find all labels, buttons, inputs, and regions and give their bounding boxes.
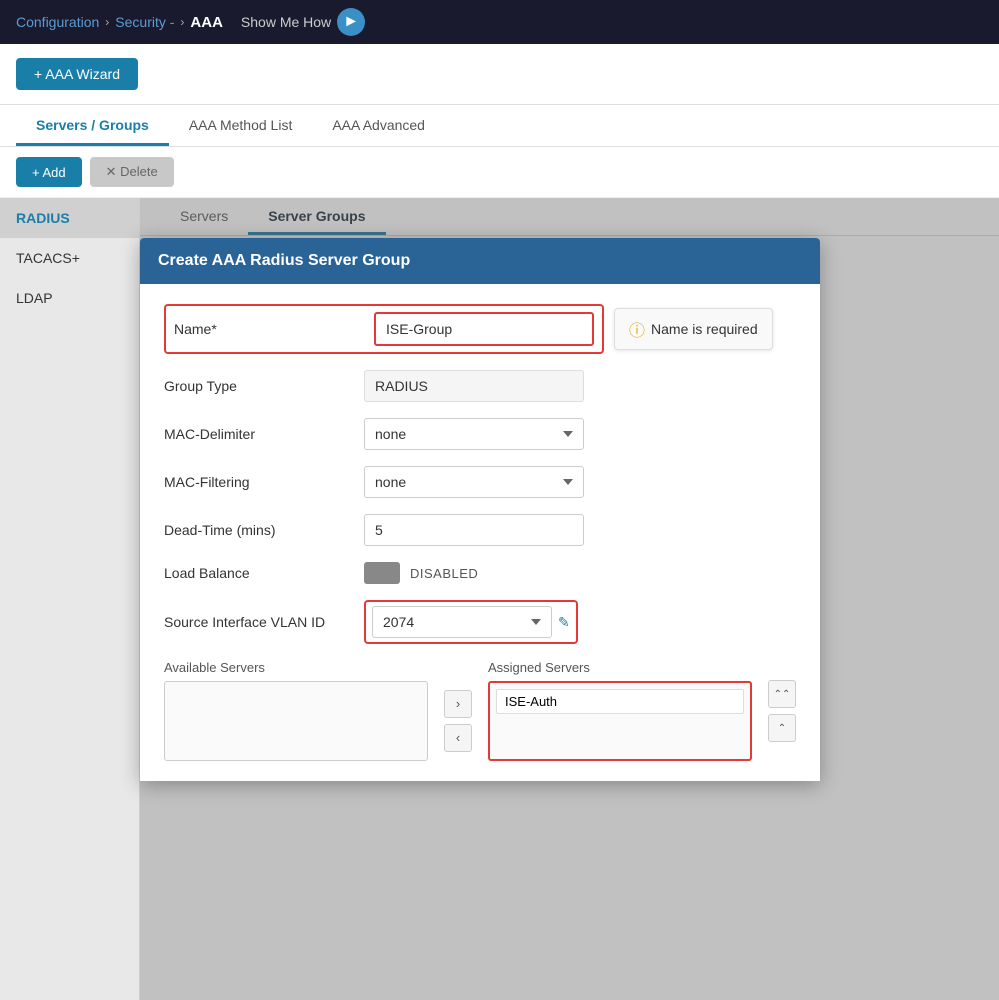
show-me-how-label: Show Me How xyxy=(241,14,331,30)
move-to-top-button[interactable]: ⌃⌃ xyxy=(768,680,796,708)
vlan-edit-icon[interactable]: ✎ xyxy=(558,614,570,631)
toolbar: + AAA Wizard xyxy=(0,44,999,105)
name-label: Name* xyxy=(174,321,374,337)
left-sidebar: RADIUS TACACS+ LDAP xyxy=(0,198,140,1000)
action-bar: + Add ✕ Delete xyxy=(0,147,999,198)
main-tabs: Servers / Groups AAA Method List AAA Adv… xyxy=(0,105,999,147)
move-up-button[interactable]: ⌃ xyxy=(768,714,796,742)
available-servers-box xyxy=(164,681,428,761)
dead-time-input[interactable] xyxy=(364,514,584,546)
move-left-button[interactable]: ‹ xyxy=(444,724,472,752)
sidebar-item-tacacs[interactable]: TACACS+ xyxy=(0,238,139,278)
error-tooltip: ⓘ Name is required xyxy=(614,308,773,350)
mac-filtering-row: MAC-Filtering none lower upper xyxy=(164,466,796,498)
available-servers-col: Available Servers xyxy=(164,660,428,761)
aaa-wizard-button[interactable]: + AAA Wizard xyxy=(16,58,138,90)
mac-filtering-label: MAC-Filtering xyxy=(164,474,364,490)
error-message: Name is required xyxy=(651,321,758,337)
nav-configuration[interactable]: Configuration xyxy=(16,14,99,30)
available-servers-label: Available Servers xyxy=(164,660,428,675)
vlan-label: Source Interface VLAN ID xyxy=(164,614,364,630)
dead-time-label: Dead-Time (mins) xyxy=(164,522,364,538)
group-type-row: Group Type RADIUS xyxy=(164,370,796,402)
vlan-id-select[interactable]: 2074 2075 2076 xyxy=(372,606,552,638)
add-button[interactable]: + Add xyxy=(16,157,82,187)
sidebar-item-radius[interactable]: RADIUS xyxy=(0,198,139,238)
assigned-server-item[interactable]: ISE-Auth xyxy=(496,689,744,714)
servers-section: Available Servers › ‹ Assigned Servers I… xyxy=(164,660,796,761)
dead-time-row: Dead-Time (mins) xyxy=(164,514,796,546)
top-navigation: Configuration › Security - › AAA Show Me… xyxy=(0,0,999,44)
move-right-button[interactable]: › xyxy=(444,690,472,718)
load-balance-label: Load Balance xyxy=(164,565,364,581)
show-me-how-arrow-icon: ► xyxy=(337,8,365,36)
sidebar-item-ldap[interactable]: LDAP xyxy=(0,278,139,318)
content-area: RADIUS TACACS+ LDAP Servers Server Group… xyxy=(0,198,999,1000)
load-balance-toggle[interactable] xyxy=(364,562,400,584)
load-balance-status: DISABLED xyxy=(410,566,478,581)
right-panel: Servers Server Groups Create AAA Radius … xyxy=(140,198,999,1000)
tab-method-list[interactable]: AAA Method List xyxy=(169,105,313,146)
vlan-row-highlight: 2074 2075 2076 ✎ xyxy=(364,600,578,644)
assigned-servers-label: Assigned Servers xyxy=(488,660,752,675)
group-type-value: RADIUS xyxy=(364,370,584,402)
tab-advanced[interactable]: AAA Advanced xyxy=(312,105,445,146)
assigned-servers-box: ISE-Auth xyxy=(488,681,752,761)
show-me-how-button[interactable]: Show Me How ► xyxy=(241,8,365,36)
chevron-2: › xyxy=(180,15,184,29)
nav-security[interactable]: Security - xyxy=(115,14,174,30)
right-order-arrows: ⌃⌃ ⌃ xyxy=(768,660,796,761)
mac-filtering-select[interactable]: none lower upper xyxy=(364,466,584,498)
chevron-1: › xyxy=(105,15,109,29)
create-server-group-modal: Create AAA Radius Server Group Name* ⓘ N… xyxy=(140,238,820,781)
warning-icon: ⓘ xyxy=(629,317,645,341)
delete-button[interactable]: ✕ Delete xyxy=(90,157,174,187)
load-balance-toggle-wrap: DISABLED xyxy=(364,562,478,584)
mac-delimiter-row: MAC-Delimiter none colon hyphen xyxy=(164,418,796,450)
tab-servers-groups[interactable]: Servers / Groups xyxy=(16,105,169,146)
transfer-arrows-col: › ‹ xyxy=(444,660,472,761)
assigned-servers-col: Assigned Servers ISE-Auth xyxy=(488,660,752,761)
load-balance-row: Load Balance DISABLED xyxy=(164,562,796,584)
modal-header: Create AAA Radius Server Group xyxy=(140,238,820,284)
mac-delimiter-label: MAC-Delimiter xyxy=(164,426,364,442)
group-type-label: Group Type xyxy=(164,378,364,394)
modal-overlay: Create AAA Radius Server Group Name* ⓘ N… xyxy=(140,198,999,1000)
modal-body: Name* ⓘ Name is required Group Type RADI… xyxy=(140,284,820,781)
vlan-id-row: Source Interface VLAN ID 2074 2075 2076 … xyxy=(164,600,796,644)
nav-aaa: AAA xyxy=(190,14,223,31)
name-input[interactable] xyxy=(374,312,594,346)
name-field-highlight: Name* xyxy=(164,304,604,354)
name-row: Name* ⓘ Name is required xyxy=(164,304,796,354)
mac-delimiter-select[interactable]: none colon hyphen xyxy=(364,418,584,450)
